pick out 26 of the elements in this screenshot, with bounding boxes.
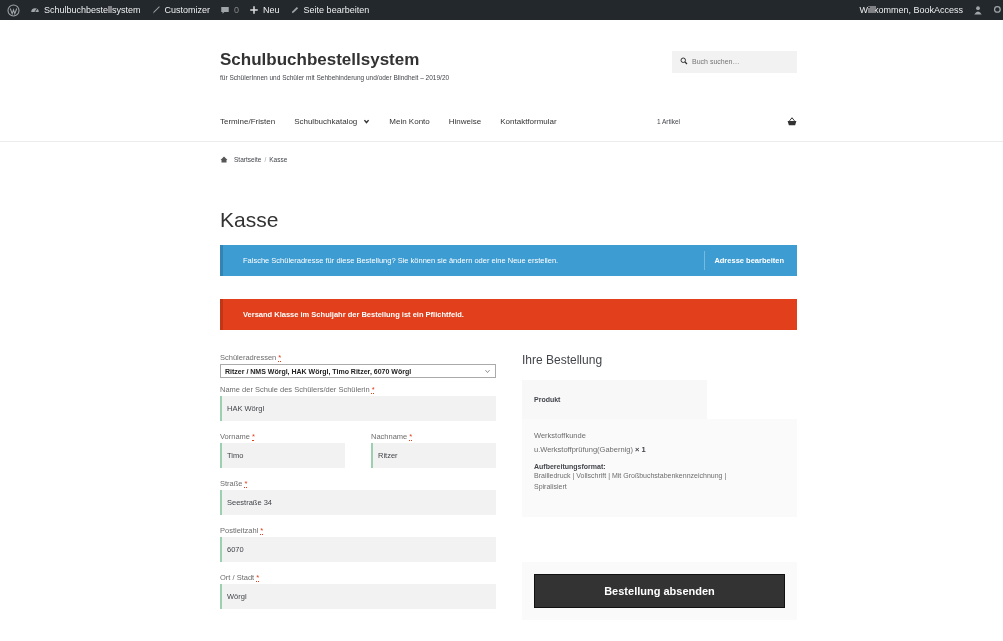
basket-icon[interactable]: [787, 116, 797, 126]
page-title: Kasse: [220, 208, 280, 232]
plus-icon: [249, 5, 260, 15]
comments-menu-item[interactable]: 0: [220, 5, 240, 15]
nav-link[interactable]: Kontaktformular: [500, 116, 557, 126]
site-title[interactable]: Schulbuchbestellsystem: [220, 50, 450, 70]
account-menu-item[interactable]: Willkommen, BookAccess: [859, 5, 963, 15]
chevron-down-icon: [484, 367, 491, 375]
chevron-down-icon: [363, 117, 371, 125]
order-heading: Ihre Bestellung: [522, 353, 604, 367]
brush-menu-item[interactable]: Customizer: [150, 5, 211, 15]
home-icon: [220, 156, 228, 163]
search-icon[interactable]: [993, 5, 1003, 15]
edit-menu-item[interactable]: Seite bearbeiten: [289, 5, 370, 15]
site-menu-item[interactable]: Schulbuchbestellsystem: [30, 5, 141, 15]
gauge-icon: [30, 5, 40, 15]
nav-link[interactable]: Termine/Fristen: [220, 116, 276, 126]
pencil-icon: [289, 5, 300, 15]
place-order-button[interactable]: Bestellung absenden: [534, 574, 785, 608]
comment-icon: [220, 5, 231, 15]
user-icon[interactable]: [973, 5, 983, 15]
new-menu-item[interactable]: Neu: [249, 5, 280, 15]
nav-link[interactable]: Schulbuchkatalog: [294, 116, 371, 126]
nav-link[interactable]: Mein Konto: [389, 116, 430, 126]
nav-link[interactable]: Hinweise: [448, 116, 482, 126]
wordpress-logo-icon[interactable]: [7, 3, 20, 17]
